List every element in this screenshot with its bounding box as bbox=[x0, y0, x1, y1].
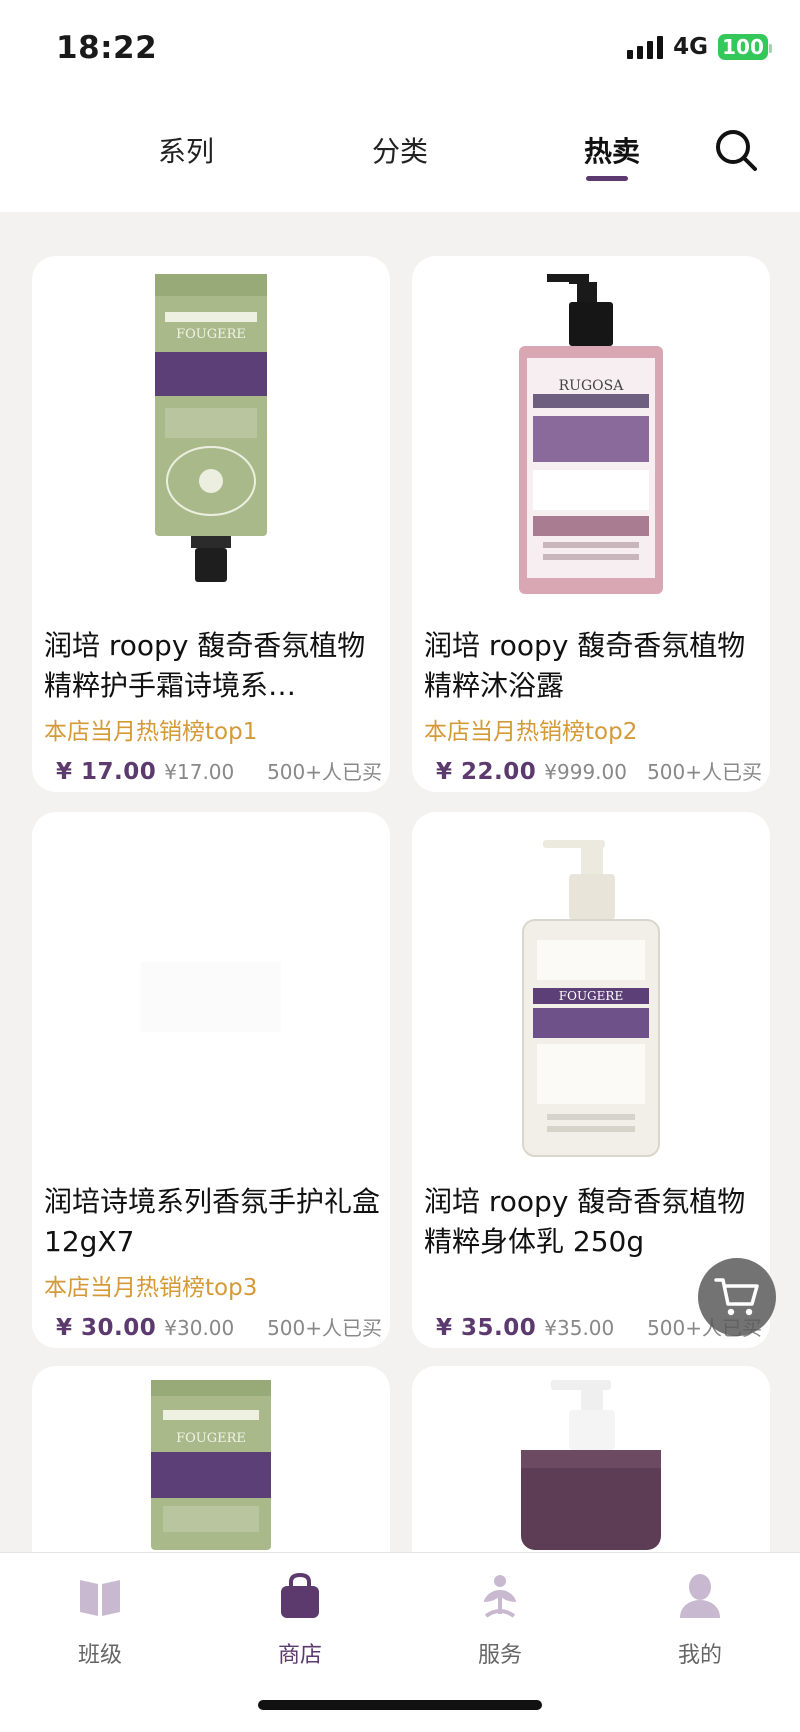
product-label-text: FOUGERE bbox=[176, 327, 246, 342]
person-icon bbox=[680, 1574, 720, 1618]
nav-item-shop[interactable]: 商店 bbox=[240, 1569, 360, 1669]
ranking-tag: 本店当月热销榜top3 bbox=[44, 1275, 258, 1301]
sold-count: 500+人已买 bbox=[267, 760, 382, 784]
product-label-text: FOUGERE bbox=[559, 989, 623, 1003]
nav-item-mine[interactable]: 我的 bbox=[640, 1569, 760, 1669]
lotus-icon bbox=[484, 1575, 516, 1618]
top-tab-bar: 系列 分类 热卖 bbox=[0, 100, 800, 212]
status-time: 18:22 bbox=[56, 30, 158, 66]
price-row: ¥ 30.00 ¥30.00 500+人已买 bbox=[56, 1312, 382, 1341]
bag-icon bbox=[281, 1572, 319, 1618]
product-price: ¥ 22.00 bbox=[436, 759, 537, 785]
search-button[interactable] bbox=[714, 128, 758, 172]
search-icon bbox=[716, 130, 757, 171]
nav-item-service[interactable]: 服务 bbox=[440, 1569, 560, 1669]
product-image: FOUGERE bbox=[412, 812, 770, 1172]
product-title: 润培 roopy 馥奇香氛植物精粹护手霜诗境系… bbox=[44, 629, 366, 702]
product-price: ¥ 17.00 bbox=[56, 759, 157, 785]
tab-category[interactable]: 分类 bbox=[372, 130, 428, 170]
original-price: ¥999.00 bbox=[544, 760, 627, 784]
product-image: FOUGERE bbox=[32, 256, 390, 616]
sold-count: 500+人已买 bbox=[647, 760, 762, 784]
status-indicators: 4G 100 bbox=[627, 34, 772, 60]
product-image bbox=[32, 812, 390, 1172]
price-row: ¥ 22.00 ¥999.00 500+人已买 bbox=[436, 756, 762, 785]
cart-button[interactable] bbox=[698, 1258, 776, 1336]
cart-icon bbox=[714, 1278, 759, 1316]
ranking-tag: 本店当月热销榜top2 bbox=[424, 719, 638, 745]
product-label-text: FOUGERE bbox=[176, 1431, 246, 1446]
ranking-tag: 本店当月热销榜top1 bbox=[44, 719, 258, 745]
product-image bbox=[412, 1366, 770, 1566]
price-row: ¥ 17.00 ¥17.00 500+人已买 bbox=[56, 756, 382, 785]
original-price: ¥17.00 bbox=[164, 760, 235, 784]
product-card[interactable]: FOUGERE 润培 roopy 馥奇香氛植物精粹护手霜诗境系… 本店当月热销榜… bbox=[32, 256, 390, 792]
nav-label: 商店 bbox=[277, 1643, 322, 1668]
product-title: 润培 roopy 馥奇香氛植物精粹身体乳 250g bbox=[424, 1185, 746, 1258]
product-card[interactable]: RUGOSA 润培 roopy 馥奇香氛植物精粹沐浴露 本店当月热销榜top2 … bbox=[412, 256, 770, 792]
active-tab-indicator bbox=[586, 176, 628, 181]
status-bar: 18:22 4G 100 bbox=[0, 0, 800, 100]
original-price: ¥35.00 bbox=[544, 1316, 615, 1340]
product-title: 润培 roopy 馥奇香氛植物精粹沐浴露 bbox=[424, 629, 746, 702]
nav-label: 班级 bbox=[77, 1643, 122, 1668]
nav-label: 服务 bbox=[477, 1643, 522, 1668]
product-image: RUGOSA bbox=[412, 256, 770, 616]
sold-count: 500+人已买 bbox=[267, 1316, 382, 1340]
tab-hot-sale[interactable]: 热卖 bbox=[584, 130, 640, 170]
product-card[interactable]: 润培诗境系列香氛手护礼盒 12gX7 本店当月热销榜top3 ¥ 30.00 ¥… bbox=[32, 812, 390, 1348]
nav-label: 我的 bbox=[677, 1643, 722, 1668]
tab-series[interactable]: 系列 bbox=[158, 130, 214, 170]
original-price: ¥30.00 bbox=[164, 1316, 235, 1340]
battery-icon: 100 bbox=[718, 34, 772, 60]
network-label: 4G bbox=[673, 34, 708, 60]
nav-item-class[interactable]: 班级 bbox=[40, 1569, 160, 1669]
product-label-text: RUGOSA bbox=[559, 378, 625, 394]
book-icon bbox=[80, 1580, 120, 1616]
product-image: FOUGERE bbox=[32, 1366, 390, 1566]
product-title: 润培诗境系列香氛手护礼盒 12gX7 bbox=[44, 1185, 380, 1258]
signal-icon bbox=[627, 35, 664, 59]
product-price: ¥ 35.00 bbox=[436, 1315, 537, 1341]
product-price: ¥ 30.00 bbox=[56, 1315, 157, 1341]
home-indicator bbox=[258, 1700, 542, 1710]
